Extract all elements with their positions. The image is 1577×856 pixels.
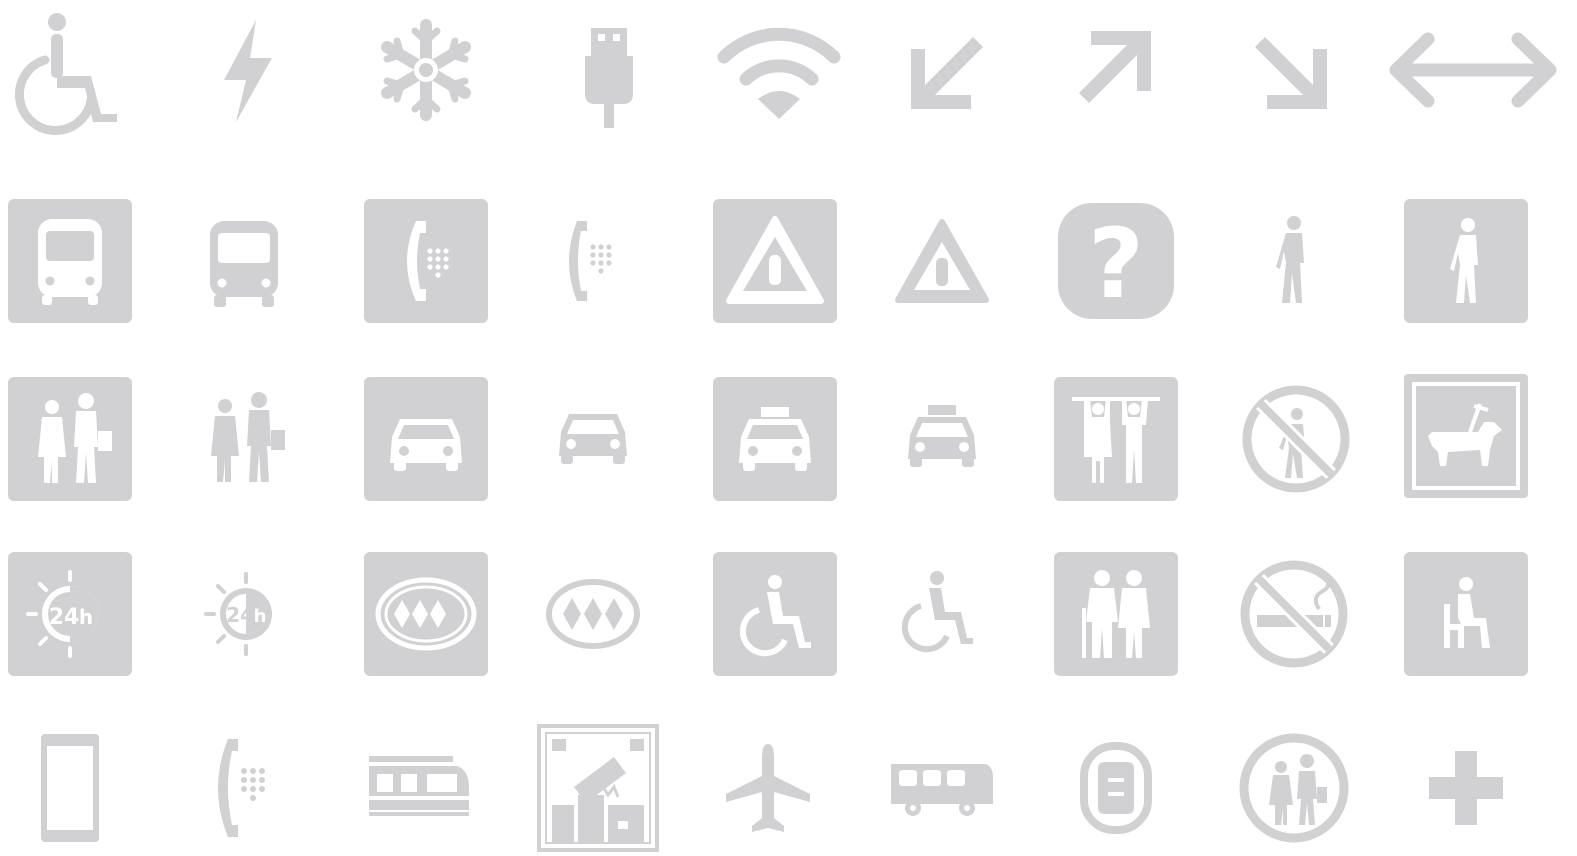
hours-unit-small: h (254, 606, 267, 627)
lightning-bolt-icon (178, 0, 318, 140)
usb-plug-icon (537, 0, 677, 140)
pedestrian-icon (1222, 191, 1362, 331)
standing-passengers-boxed-icon (1046, 369, 1186, 509)
help-question-icon: ? (1046, 191, 1186, 331)
couple-icon (176, 369, 316, 509)
metro-logo-boxed-icon (356, 544, 496, 684)
bus-boxed-icon (0, 191, 140, 331)
hours-number: 24 (49, 605, 80, 630)
airplane-icon (698, 718, 838, 856)
arrow-down-right-icon (1224, 0, 1364, 140)
taxi-boxed-icon (705, 369, 845, 509)
warning-icon (872, 191, 1012, 331)
elderly-couple-boxed-icon (1046, 544, 1186, 684)
question-mark-glyph: ? (1088, 208, 1144, 320)
car-boxed-icon (356, 369, 496, 509)
wheelchair-boxed-icon (705, 544, 845, 684)
car-icon (523, 369, 663, 509)
wheelchair-icon (0, 0, 135, 140)
hours-unit: h (79, 605, 93, 629)
arrow-down-left-icon (874, 0, 1014, 140)
couple-boxed-icon (0, 369, 140, 509)
open-24h-boxed-icon: 24 h (0, 544, 140, 684)
couple-circle-icon (1224, 718, 1364, 856)
payphone-icon (523, 191, 663, 331)
icon-sheet: ? 24 h 24 h (0, 0, 1577, 856)
wifi-icon (709, 0, 849, 140)
taxi-icon (872, 369, 1012, 509)
hours-number-small: 24 (226, 603, 254, 627)
tram-icon (350, 718, 490, 856)
elevator-button-icon (1046, 718, 1186, 856)
bus-icon (174, 191, 314, 331)
coach-bus-icon (872, 718, 1012, 856)
metro-logo-icon (523, 544, 663, 684)
pedestrian-boxed-icon (1396, 191, 1536, 331)
mobile-phone-icon (0, 718, 140, 856)
arrow-left-right-icon (1389, 0, 1557, 140)
warning-boxed-icon (705, 191, 845, 331)
plus-cross-icon (1396, 718, 1536, 856)
payphone-boxed-icon (356, 191, 496, 331)
wheelchair-small-icon (872, 544, 1012, 684)
arrow-up-right-icon (1048, 0, 1188, 140)
no-pedestrians-icon (1226, 369, 1366, 509)
no-smoking-icon (1224, 544, 1364, 684)
seated-person-boxed-icon (1396, 544, 1536, 684)
handset-icon (174, 718, 314, 856)
ticket-validator-icon (528, 718, 668, 856)
open-24h-icon: 24 h (174, 544, 314, 684)
guide-dog-boxed-icon (1396, 366, 1536, 506)
snowflake-icon (356, 0, 496, 140)
